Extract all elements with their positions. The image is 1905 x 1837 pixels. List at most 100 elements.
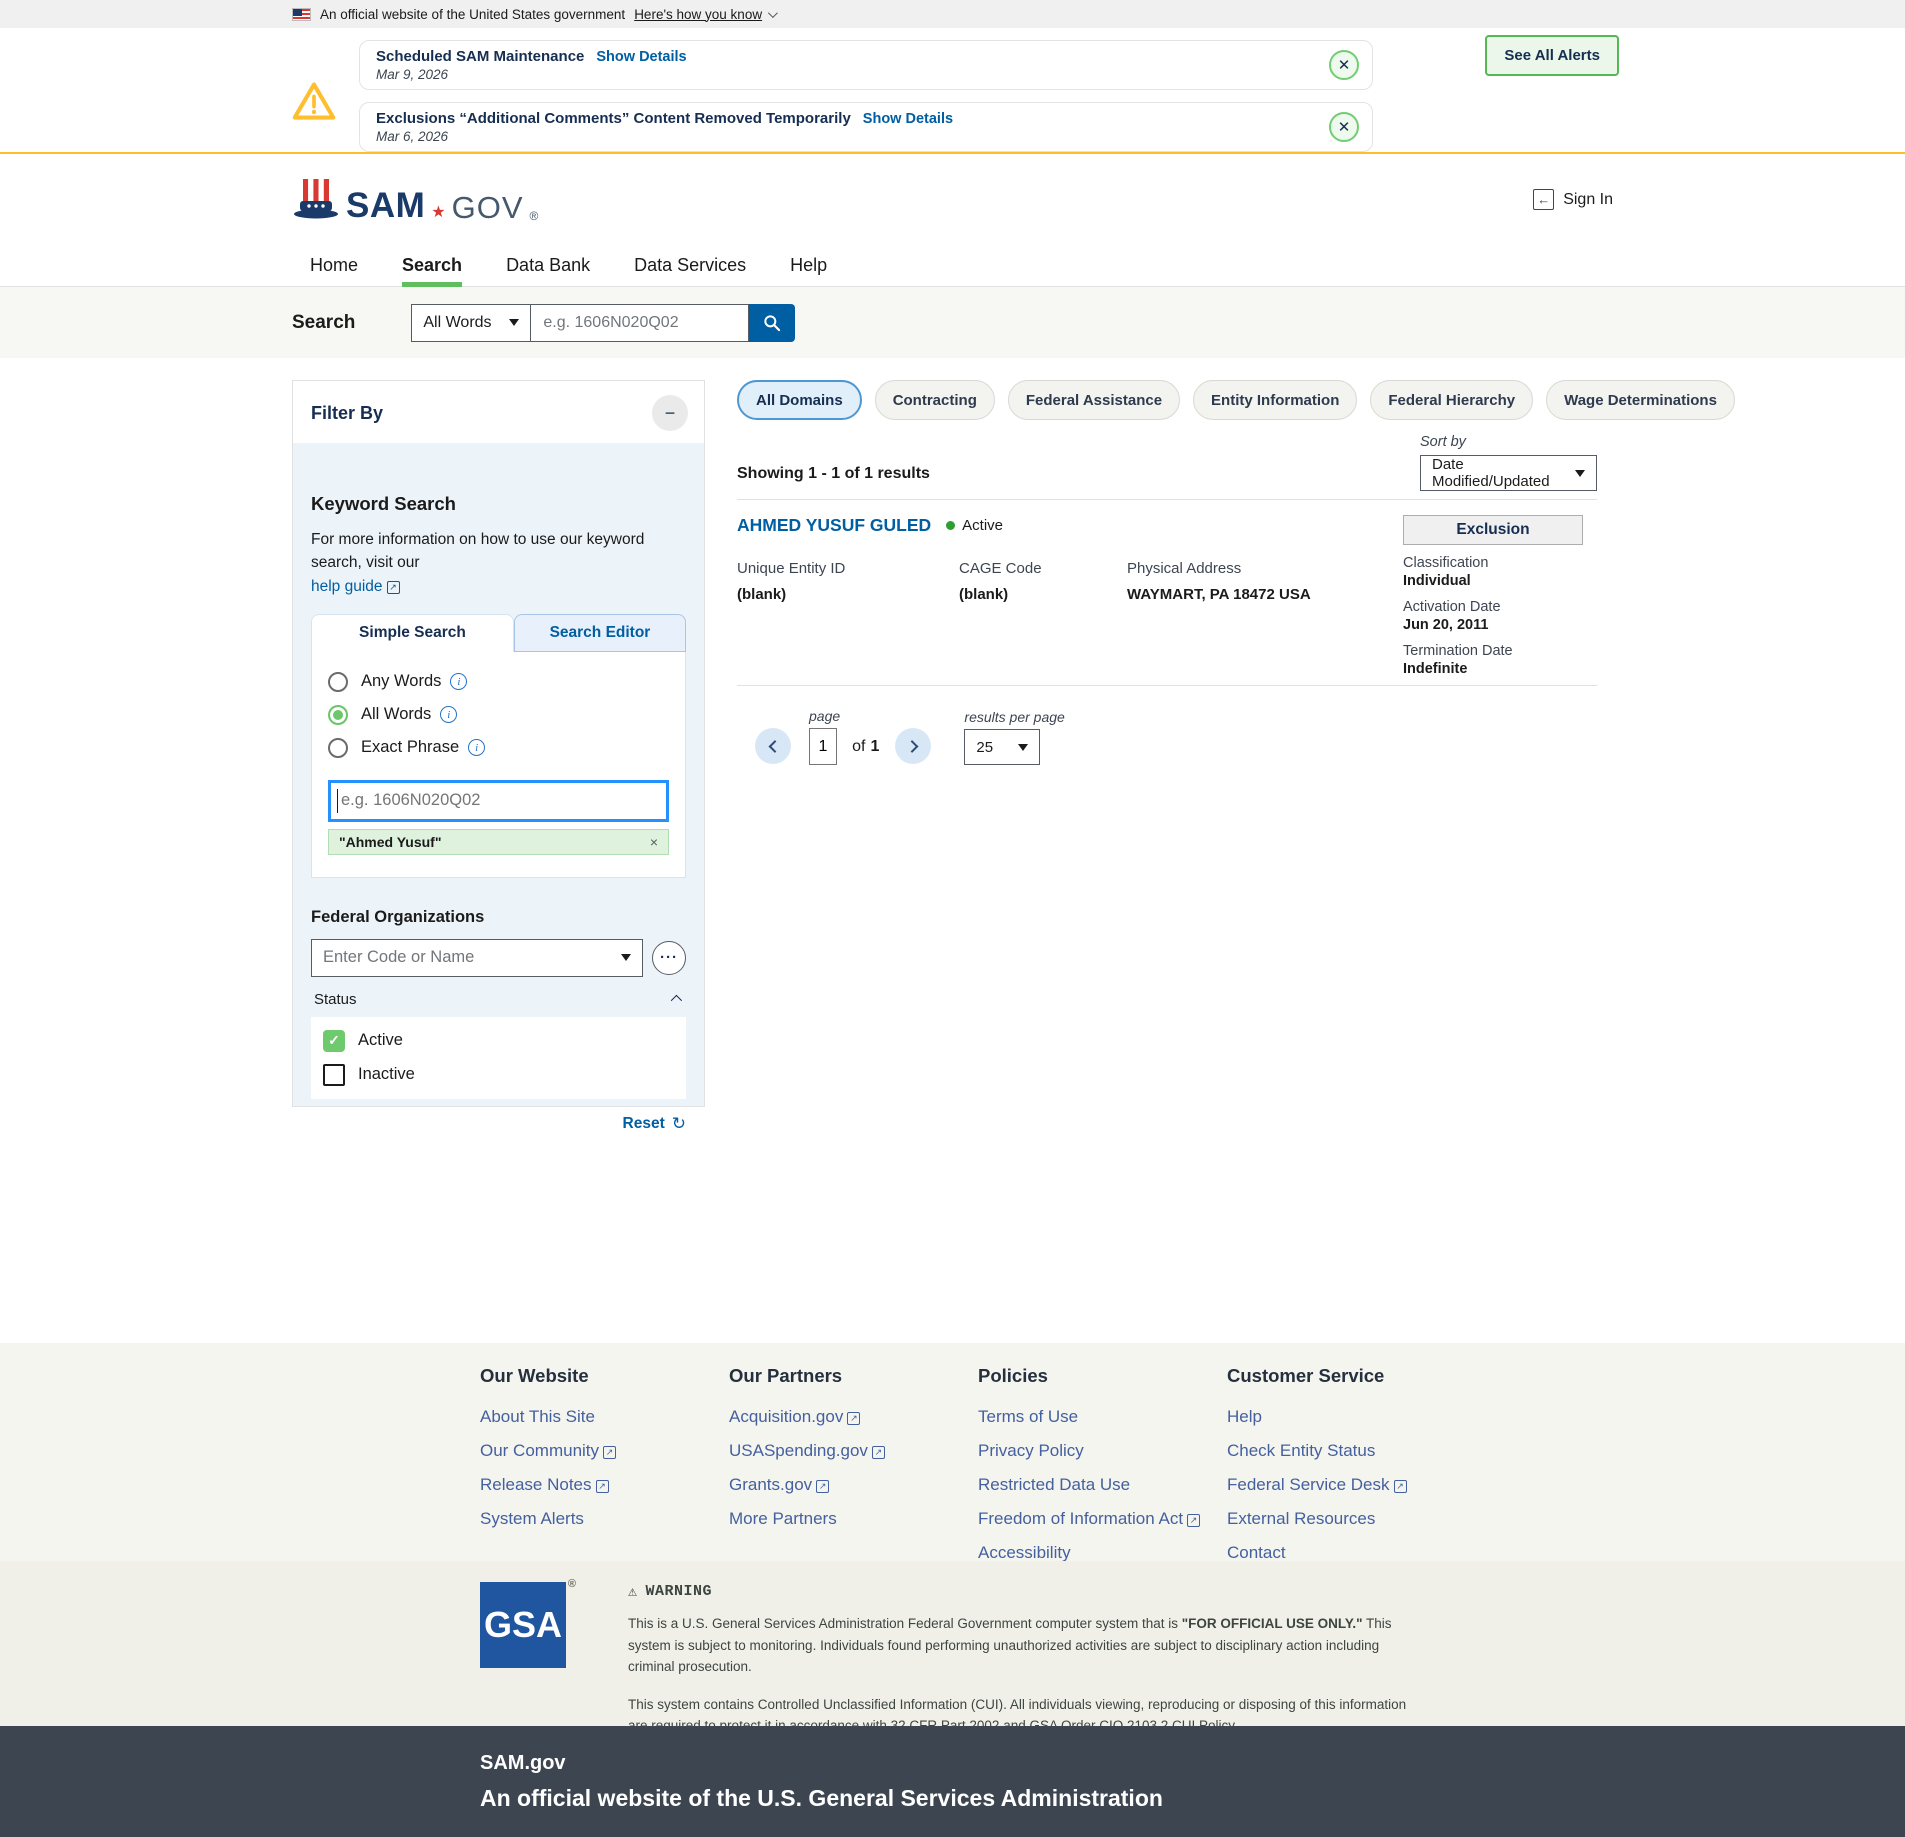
footer-link-our-community[interactable]: Our Community↗ <box>480 1434 729 1468</box>
sam-gov-logo[interactable]: SAM ★ GOV ® <box>292 177 538 223</box>
footer-link-privacy-policy[interactable]: Privacy Policy <box>978 1434 1227 1468</box>
reset-filters-button[interactable]: Reset ↻ <box>311 1114 686 1134</box>
alert-exclusions: Exclusions “Additional Comments” Content… <box>359 102 1373 152</box>
active-status-dot <box>946 521 955 530</box>
footer-link-usaspending-gov[interactable]: USASpending.gov↗ <box>729 1434 978 1468</box>
primary-nav: Home Search Data Bank Data Services Help <box>0 245 1905 287</box>
domain-tab-federal-assistance[interactable]: Federal Assistance <box>1008 380 1180 420</box>
see-all-alerts-button[interactable]: See All Alerts <box>1485 35 1619 76</box>
nav-item-data-services[interactable]: Data Services <box>634 245 746 286</box>
pagination: page of1 results per page 25 <box>737 708 1597 765</box>
nav-item-search[interactable]: Search <box>402 245 462 286</box>
footer-link-acquisition-gov[interactable]: Acquisition.gov↗ <box>729 1400 978 1434</box>
domain-tab-contracting[interactable]: Contracting <box>875 380 995 420</box>
gsa-registered-mark: ® <box>568 1578 576 1590</box>
checkbox-checked-icon[interactable]: ✓ <box>323 1030 345 1052</box>
logo-star-icon: ★ <box>431 205 445 223</box>
caret-down-icon <box>1018 744 1028 751</box>
domain-tab-all-domains[interactable]: All Domains <box>737 380 862 420</box>
nav-item-help[interactable]: Help <box>790 245 827 286</box>
show-details-link[interactable]: Show Details <box>863 111 953 127</box>
footer-link-accessibility[interactable]: Accessibility <box>978 1536 1227 1561</box>
sign-in-label: Sign In <box>1563 191 1613 209</box>
next-page-button[interactable] <box>895 728 931 764</box>
heres-how-you-know-link[interactable]: Here's how you know <box>634 7 775 22</box>
page-of-total: of1 <box>852 738 879 756</box>
footer-links: Our Website About This Site Our Communit… <box>0 1343 1905 1561</box>
radio-any-words[interactable] <box>328 672 348 692</box>
search-submit-button[interactable] <box>749 304 795 342</box>
prev-page-button[interactable] <box>755 728 791 764</box>
global-search-input[interactable] <box>531 304 749 342</box>
sort-by-label: Sort by <box>1420 434 1597 450</box>
filter-panel: Filter By − Keyword Search For more info… <box>292 380 705 1107</box>
checkbox-empty-icon[interactable] <box>323 1064 345 1086</box>
footer-link-release-notes[interactable]: Release Notes↗ <box>480 1468 729 1502</box>
footer-link-terms-of-use[interactable]: Terms of Use <box>978 1400 1227 1434</box>
footer-link-foia[interactable]: Freedom of Information Act↗ <box>978 1502 1227 1536</box>
footer-link-contact[interactable]: Contact <box>1227 1536 1476 1561</box>
external-link-icon: ↗ <box>1394 1480 1407 1493</box>
alert-date: Mar 6, 2026 <box>376 129 1316 144</box>
chevron-left-icon <box>768 740 781 753</box>
domain-tab-entity-information[interactable]: Entity Information <box>1193 380 1357 420</box>
org-browse-button[interactable]: ··· <box>652 941 686 975</box>
nav-item-data-bank[interactable]: Data Bank <box>506 245 590 286</box>
info-icon[interactable]: i <box>440 706 457 723</box>
field-cage-code: CAGE Code (blank) <box>959 560 1127 603</box>
status-active-option[interactable]: ✓ Active <box>323 1030 674 1052</box>
results-per-page-select[interactable]: 25 <box>964 729 1040 765</box>
footer-link-federal-service-desk[interactable]: Federal Service Desk↗ <box>1227 1468 1476 1502</box>
text-cursor <box>337 789 338 813</box>
domain-tab-wage-determinations[interactable]: Wage Determinations <box>1546 380 1735 420</box>
status-inactive-option[interactable]: Inactive <box>323 1064 674 1086</box>
footer-link-restricted-data-use[interactable]: Restricted Data Use <box>978 1468 1227 1502</box>
help-guide-link[interactable]: help guide↗ <box>311 578 400 595</box>
footer-site-name: SAM.gov <box>480 1752 1905 1775</box>
tab-search-editor[interactable]: Search Editor <box>514 614 686 652</box>
radio-all-words-label: All Words <box>361 705 431 724</box>
alert-title: Scheduled SAM Maintenance <box>376 48 584 65</box>
chip-remove-icon[interactable]: × <box>650 834 658 850</box>
status-section-toggle[interactable]: Status <box>311 989 686 1010</box>
footer-link-more-partners[interactable]: More Partners <box>729 1502 978 1536</box>
alerts-band: Scheduled SAM Maintenance Show Details M… <box>0 28 1905 154</box>
tab-simple-search[interactable]: Simple Search <box>311 614 514 652</box>
warning-paragraph-2: This system contains Controlled Unclassi… <box>628 1694 1418 1726</box>
detail-activation-date: Activation Date Jun 20, 2011 <box>1403 599 1597 633</box>
footer-link-external-resources[interactable]: External Resources <box>1227 1502 1476 1536</box>
close-icon[interactable]: ✕ <box>1329 50 1359 80</box>
logo-registered-mark: ® <box>530 209 539 223</box>
info-icon[interactable]: i <box>468 739 485 756</box>
federal-organizations-heading: Federal Organizations <box>311 908 686 927</box>
system-warning: ⚠ WARNING This is a U.S. General Service… <box>628 1582 1418 1726</box>
record-status: Active <box>962 517 1003 534</box>
domain-tab-federal-hierarchy[interactable]: Federal Hierarchy <box>1370 380 1533 420</box>
footer-link-grants-gov[interactable]: Grants.gov↗ <box>729 1468 978 1502</box>
keyword-search-input[interactable] <box>328 780 669 822</box>
sign-in-button[interactable]: ← Sign In <box>1533 189 1613 210</box>
footer-link-help[interactable]: Help <box>1227 1400 1476 1434</box>
domain-tabs: All Domains Contracting Federal Assistan… <box>737 380 1597 420</box>
status-options: ✓ Active Inactive <box>311 1017 686 1099</box>
footer-link-system-alerts[interactable]: System Alerts <box>480 1502 729 1536</box>
nav-item-home[interactable]: Home <box>310 245 358 286</box>
info-icon[interactable]: i <box>450 673 467 690</box>
federal-org-select[interactable]: Enter Code or Name <box>311 939 643 977</box>
radio-exact-phrase[interactable] <box>328 738 348 758</box>
record-name-link[interactable]: AHMED YUSUF GULED <box>737 515 931 536</box>
collapse-filters-button[interactable]: − <box>652 395 688 431</box>
show-details-link[interactable]: Show Details <box>596 49 686 65</box>
sort-by-select[interactable]: Date Modified/Updated <box>1420 455 1597 491</box>
alert-title: Exclusions “Additional Comments” Content… <box>376 110 851 127</box>
footer-link-check-entity-status[interactable]: Check Entity Status <box>1227 1434 1476 1468</box>
search-mode-select[interactable]: All Words <box>411 304 531 342</box>
warning-paragraph-1: This is a U.S. General Services Administ… <box>628 1613 1418 1678</box>
footer-link-about-this-site[interactable]: About This Site <box>480 1400 729 1434</box>
status-inactive-label: Inactive <box>358 1065 415 1084</box>
radio-all-words[interactable] <box>328 705 348 725</box>
page-number-input[interactable] <box>809 728 837 765</box>
close-icon[interactable]: ✕ <box>1329 112 1359 142</box>
exclusion-tag: Exclusion <box>1403 515 1583 545</box>
gov-banner-text: An official website of the United States… <box>320 7 625 22</box>
